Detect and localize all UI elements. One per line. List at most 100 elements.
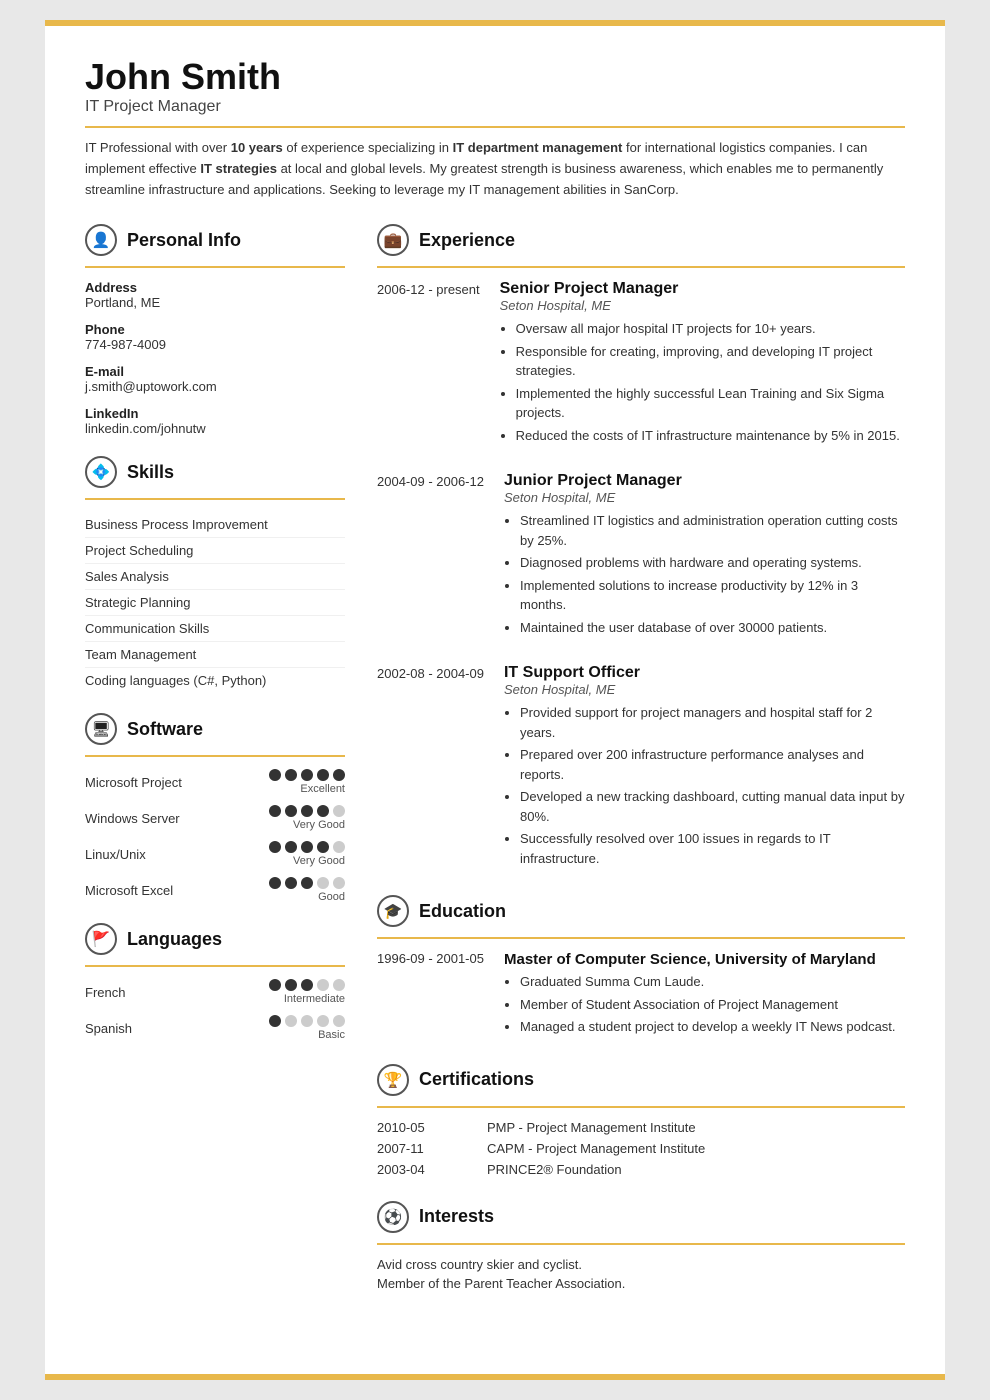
skill-item: Coding languages (C#, Python)	[85, 668, 345, 693]
exp-date: 2004-09 - 2006-12	[377, 472, 484, 640]
interests-section: ⚽ Interests Avid cross country skier and…	[377, 1201, 905, 1291]
exp-bullets: Streamlined IT logistics and administrat…	[504, 511, 905, 637]
exp-bullet: Prepared over 200 infrastructure perform…	[520, 745, 905, 784]
languages-title: Languages	[127, 929, 222, 950]
experience-section: 💼 Experience 2006-12 - presentSenior Pro…	[377, 224, 905, 871]
rating-dots	[269, 769, 345, 781]
education-heading: 🎓 Education	[377, 895, 905, 927]
rating-dots	[269, 805, 345, 817]
two-column-layout: 👤 Personal Info Address Portland, ME Pho…	[85, 224, 905, 1315]
interest-item: Member of the Parent Teacher Association…	[377, 1276, 905, 1291]
education-entry: 1996-09 - 2001-05Master of Computer Scie…	[377, 951, 905, 1040]
rating-dots	[269, 841, 345, 853]
rating-dot	[285, 979, 297, 991]
briefcase-icon: 💼	[377, 224, 409, 256]
certification-entry: 2003-04PRINCE2® Foundation	[377, 1162, 905, 1177]
rating-dot	[269, 769, 281, 781]
personal-info-title: Personal Info	[127, 230, 241, 251]
rating-dot	[285, 877, 297, 889]
exp-company: Seton Hospital, ME	[504, 682, 905, 697]
rating-dots	[269, 877, 345, 889]
rating-dot	[317, 769, 329, 781]
exp-date: 2002-08 - 2004-09	[377, 664, 484, 871]
rating-label: Very Good	[269, 855, 345, 867]
rating-dot	[333, 979, 345, 991]
rating-dot	[333, 805, 345, 817]
certification-entry: 2007-11CAPM - Project Management Institu…	[377, 1141, 905, 1156]
certificate-icon: 🏆	[377, 1064, 409, 1096]
rating-block: Basic	[269, 1015, 345, 1041]
edu-bullet: Managed a student project to develop a w…	[520, 1017, 905, 1037]
header-divider	[85, 126, 905, 128]
skills-title: Skills	[127, 462, 174, 483]
certification-entry: 2010-05PMP - Project Management Institut…	[377, 1120, 905, 1135]
skill-item: Communication Skills	[85, 616, 345, 642]
rating-label: Intermediate	[269, 993, 345, 1005]
candidate-name: John Smith	[85, 56, 905, 98]
rating-dot	[269, 877, 281, 889]
experience-divider	[377, 266, 905, 268]
experience-entry: 2006-12 - presentSenior Project ManagerS…	[377, 280, 905, 448]
skills-heading: 💠 Skills	[85, 456, 345, 488]
software-name: Microsoft Excel	[85, 883, 195, 898]
software-name: Microsoft Project	[85, 775, 195, 790]
rating-dot	[301, 1015, 313, 1027]
exp-title: Senior Project Manager	[500, 280, 905, 298]
software-item: Microsoft ProjectExcellent	[85, 769, 345, 795]
summary-text: IT Professional with over 10 years of ex…	[85, 138, 905, 200]
exp-title: Junior Project Manager	[504, 472, 905, 490]
graduation-icon: 🎓	[377, 895, 409, 927]
rating-dot	[269, 841, 281, 853]
rating-dot	[301, 979, 313, 991]
exp-content: IT Support OfficerSeton Hospital, MEProv…	[504, 664, 905, 871]
personal-info-section: 👤 Personal Info Address Portland, ME Pho…	[85, 224, 345, 436]
cert-date: 2003-04	[377, 1162, 467, 1177]
interests-divider	[377, 1243, 905, 1245]
certifications-title: Certifications	[419, 1069, 534, 1090]
rating-dot	[269, 805, 281, 817]
exp-bullet: Successfully resolved over 100 issues in…	[520, 829, 905, 868]
phone-item: Phone 774-987-4009	[85, 322, 345, 352]
certifications-section: 🏆 Certifications 2010-05PMP - Project Ma…	[377, 1064, 905, 1177]
exp-date: 2006-12 - present	[377, 280, 480, 448]
skills-icon: 💠	[85, 456, 117, 488]
rating-dots	[269, 1015, 345, 1027]
exp-bullet: Reduced the costs of IT infrastructure m…	[516, 426, 905, 446]
exp-bullet: Implemented the highly successful Lean T…	[516, 384, 905, 423]
rating-dot	[269, 1015, 281, 1027]
candidate-title: IT Project Manager	[85, 98, 905, 116]
exp-content: Junior Project ManagerSeton Hospital, ME…	[504, 472, 905, 640]
email-value: j.smith@uptowork.com	[85, 379, 345, 394]
right-column: 💼 Experience 2006-12 - presentSenior Pro…	[377, 224, 905, 1315]
education-section: 🎓 Education 1996-09 - 2001-05Master of C…	[377, 895, 905, 1040]
certifications-heading: 🏆 Certifications	[377, 1064, 905, 1096]
rating-dot	[333, 877, 345, 889]
monitor-icon: 🖥	[85, 713, 117, 745]
exp-content: Senior Project ManagerSeton Hospital, ME…	[500, 280, 905, 448]
rating-label: Good	[269, 891, 345, 903]
experience-heading: 💼 Experience	[377, 224, 905, 256]
rating-label: Basic	[269, 1029, 345, 1041]
interests-list: Avid cross country skier and cyclist.Mem…	[377, 1257, 905, 1291]
bottom-accent-border	[45, 1374, 945, 1380]
rating-dot	[285, 841, 297, 853]
rating-block: Intermediate	[269, 979, 345, 1005]
certifications-list: 2010-05PMP - Project Management Institut…	[377, 1120, 905, 1177]
exp-bullets: Oversaw all major hospital IT projects f…	[500, 319, 905, 445]
software-section: 🖥 Software Microsoft ProjectExcellentWin…	[85, 713, 345, 903]
rating-block: Good	[269, 877, 345, 903]
address-item: Address Portland, ME	[85, 280, 345, 310]
exp-company: Seton Hospital, ME	[500, 298, 905, 313]
skill-item: Strategic Planning	[85, 590, 345, 616]
rating-dot	[301, 841, 313, 853]
rating-dot	[269, 979, 281, 991]
language-item: FrenchIntermediate	[85, 979, 345, 1005]
flag-icon: 🚩	[85, 923, 117, 955]
rating-dot	[317, 841, 329, 853]
language-item: SpanishBasic	[85, 1015, 345, 1041]
exp-bullet: Diagnosed problems with hardware and ope…	[520, 553, 905, 573]
exp-bullets: Provided support for project managers an…	[504, 703, 905, 868]
cert-text: PMP - Project Management Institute	[487, 1120, 696, 1135]
edu-bullets: Graduated Summa Cum Laude.Member of Stud…	[504, 972, 905, 1037]
exp-bullet: Maintained the user database of over 300…	[520, 618, 905, 638]
